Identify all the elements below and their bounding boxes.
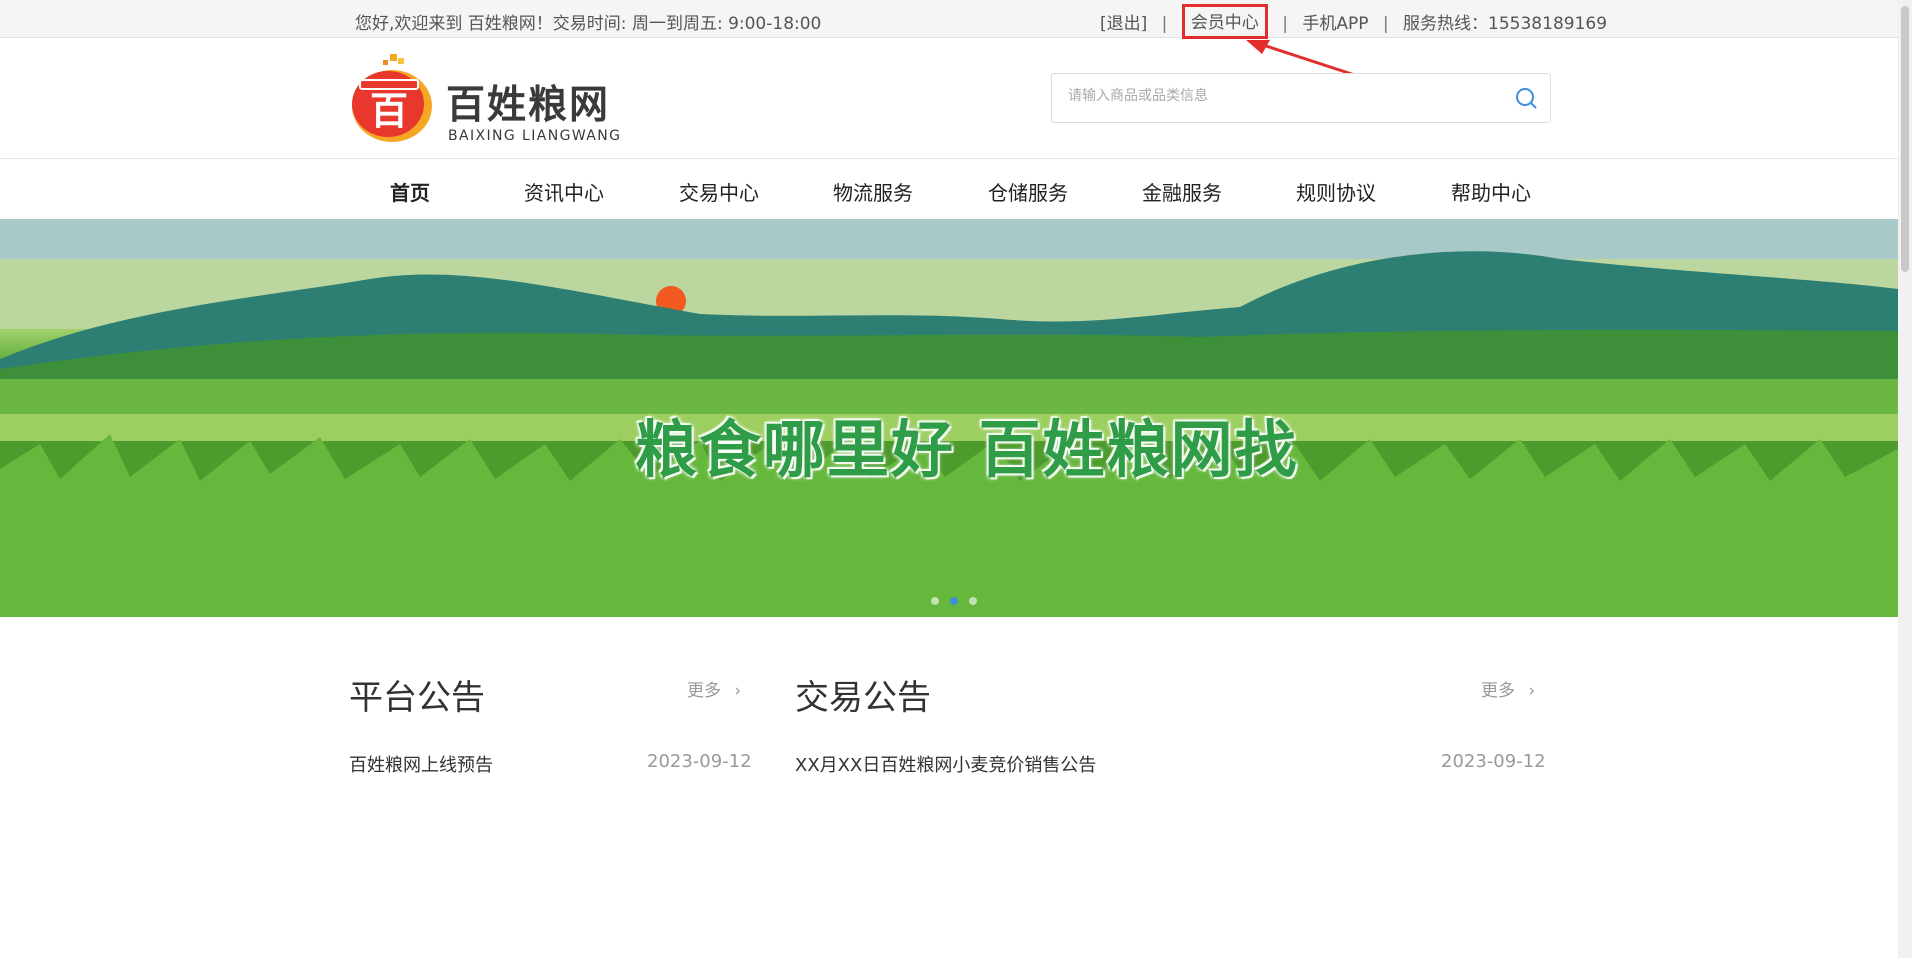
trade-notice-item[interactable]: XX月XX日百姓粮网小麦竞价销售公告	[795, 751, 1096, 777]
search-input[interactable]	[1066, 87, 1490, 105]
main-nav: 首页 资讯中心 交易中心 物流服务 仓储服务 金融服务 规则协议 帮助中心	[0, 158, 1898, 219]
separator: |	[1161, 14, 1168, 34]
nav-item-storage[interactable]: 仓储服务	[988, 177, 1068, 206]
carousel-indicators	[928, 590, 980, 609]
hotline-text: 服务热线：15538189169	[1403, 14, 1608, 34]
mobile-app-link[interactable]: 手机APP	[1302, 9, 1368, 34]
banner-slogan: 粮食哪里好 百姓粮网找	[635, 413, 1299, 486]
nav-item-finance[interactable]: 金融服务	[1142, 177, 1222, 206]
logo-title: 百姓粮网	[446, 83, 611, 128]
nav-item-rules[interactable]: 规则协议	[1296, 177, 1376, 206]
trade-notice-title: 交易公告	[795, 678, 931, 718]
chevron-right-icon: ›	[734, 681, 742, 701]
logout-link[interactable]: [退出]	[1100, 9, 1147, 34]
scrollbar-thumb[interactable]	[1901, 6, 1909, 272]
logo-mark-icon: 百	[352, 54, 432, 142]
platform-notice-more-link[interactable]: 更多 ›	[687, 676, 741, 701]
nav-item-help[interactable]: 帮助中心	[1451, 177, 1531, 206]
nav-item-home[interactable]: 首页	[390, 177, 430, 206]
top-bar: 您好,欢迎来到 百姓粮网！交易时间: 周一到周五: 9:00-18:00 [退出…	[0, 0, 1898, 39]
search-icon[interactable]	[1514, 86, 1538, 110]
search-box	[1051, 73, 1551, 123]
nav-item-trade[interactable]: 交易中心	[679, 177, 759, 206]
carousel-dot[interactable]	[931, 597, 939, 605]
chevron-right-icon: ›	[1528, 681, 1536, 701]
member-center-highlight: 会员中心	[1181, 4, 1268, 39]
separator: |	[1282, 14, 1288, 34]
carousel-dot-active[interactable]	[950, 597, 959, 605]
logo-subtitle: BAIXING LIANGWANG	[448, 128, 622, 144]
platform-notice-item[interactable]: 百姓粮网上线预告	[349, 751, 493, 777]
carousel-dot[interactable]	[969, 597, 978, 605]
page-scrollbar[interactable]	[1898, 0, 1912, 958]
platform-notice-title: 平台公告	[349, 678, 485, 718]
site-logo[interactable]: 百 百姓粮网 BAIXING LIANGWANG	[350, 54, 630, 148]
nav-item-logistics[interactable]: 物流服务	[833, 177, 913, 206]
site-header: 百 百姓粮网 BAIXING LIANGWANG	[0, 38, 1898, 158]
logo-mark-text: 百	[370, 89, 408, 133]
welcome-text: 您好,欢迎来到 百姓粮网！交易时间: 周一到周五: 9:00-18:00	[355, 14, 822, 34]
more-label: 更多	[687, 681, 721, 701]
separator: |	[1382, 14, 1389, 34]
trade-notice-date: 2023-09-12	[1441, 751, 1546, 772]
member-center-link[interactable]: 会员中心	[1191, 8, 1259, 33]
nav-item-news[interactable]: 资讯中心	[524, 177, 604, 206]
more-label: 更多	[1481, 681, 1515, 701]
hero-banner[interactable]: 粮食哪里好 百姓粮网找	[0, 219, 1898, 617]
trade-notice-more-link[interactable]: 更多 ›	[1481, 676, 1535, 701]
platform-notice-date: 2023-09-12	[647, 751, 752, 772]
